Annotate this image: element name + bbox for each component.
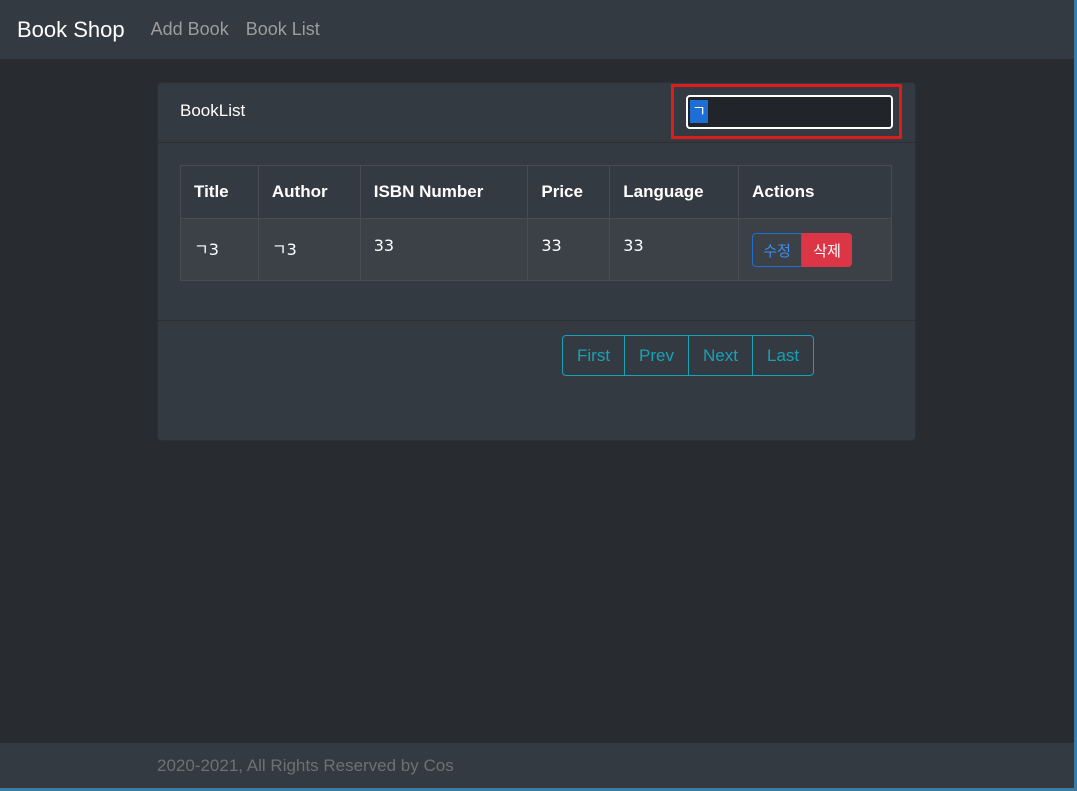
cell-author: ㄱ3	[257, 218, 361, 281]
header-isbn: ISBN Number	[359, 165, 529, 219]
page-last-button[interactable]: Last	[753, 336, 813, 375]
header-price: Price	[527, 165, 611, 219]
page-prev-button[interactable]: Prev	[625, 336, 690, 375]
navbar: Book Shop Add Book Book List	[0, 0, 1074, 60]
header-actions: Actions	[738, 165, 892, 219]
app-window: Book Shop Add Book Book List BookList ㄱ …	[0, 0, 1077, 791]
nav-add-book[interactable]: Add Book	[151, 19, 229, 40]
page-first-button[interactable]: First	[563, 336, 626, 375]
brand-link[interactable]: Book Shop	[17, 17, 125, 43]
pagination: First Prev Next Last	[562, 335, 815, 376]
table-row: ㄱ3 ㄱ3 33 33 33 수정 삭제	[180, 218, 892, 281]
header-title: Title	[180, 165, 259, 219]
page-next-button[interactable]: Next	[689, 336, 753, 375]
footer-copyright: 2020-2021, All Rights Reserved by Cos	[157, 756, 454, 775]
search-input[interactable]	[686, 95, 893, 129]
cell-isbn: 33	[359, 218, 529, 281]
table-header-row: Title Author ISBN Number Price Language …	[180, 165, 892, 219]
cell-price: 33	[527, 218, 611, 281]
booklist-card: BookList ㄱ Title Author ISBN Number Pric…	[157, 82, 916, 441]
header-author: Author	[257, 165, 361, 219]
cell-language: 33	[609, 218, 740, 281]
card-footer-divider	[158, 320, 915, 321]
nav-book-list[interactable]: Book List	[246, 19, 320, 40]
action-button-group: 수정 삭제	[752, 233, 891, 267]
page-footer: 2020-2021, All Rights Reserved by Cos	[0, 743, 1074, 788]
cell-title: ㄱ3	[180, 218, 259, 281]
cell-actions: 수정 삭제	[738, 218, 892, 281]
delete-button[interactable]: 삭제	[802, 233, 853, 267]
books-table: Title Author ISBN Number Price Language …	[180, 165, 892, 281]
card-header: BookList ㄱ	[158, 83, 915, 143]
edit-button[interactable]: 수정	[752, 233, 803, 267]
ime-composition-highlight: ㄱ	[690, 100, 708, 123]
header-language: Language	[609, 165, 740, 219]
card-title: BookList	[180, 101, 246, 120]
